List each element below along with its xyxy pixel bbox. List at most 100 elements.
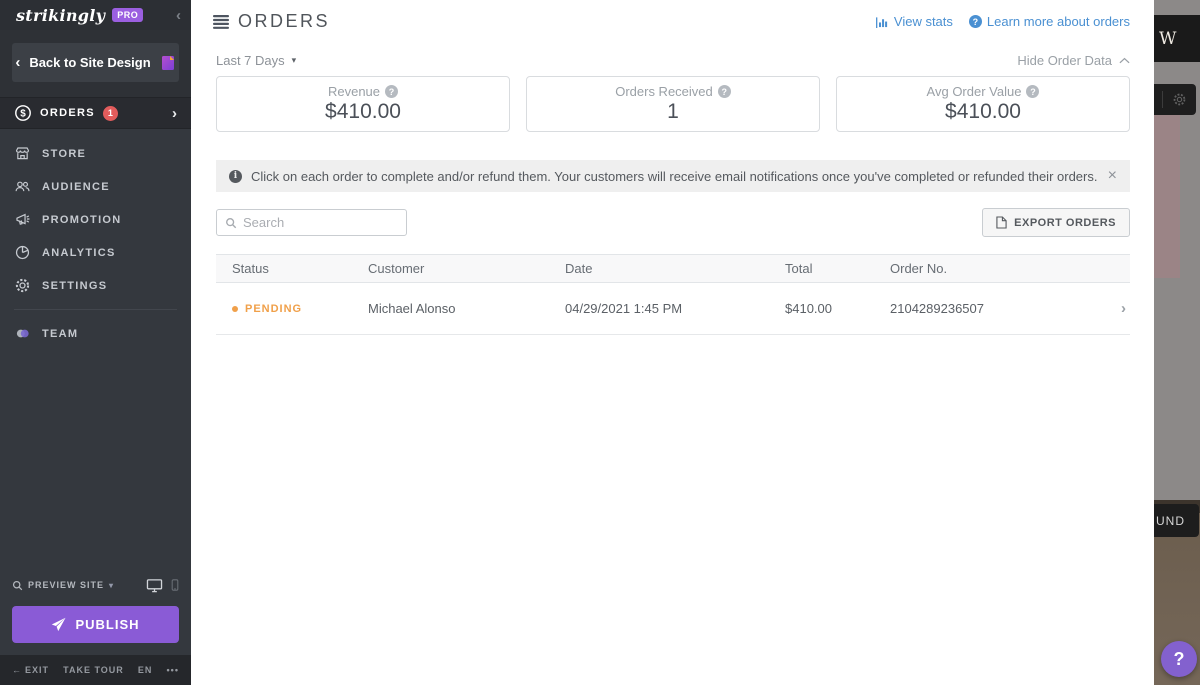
list-icon [213,15,229,29]
stats-cards: Revenue? $410.00 Orders Received? 1 Avg … [216,76,1130,132]
team-icon [14,325,31,342]
avg-order-value-value: $410.00 [945,100,1021,124]
orders-received-label: Orders Received [615,84,713,99]
sidebar-item-promotion[interactable]: PROMOTION [0,203,191,236]
search-icon [12,580,23,591]
search-icon [225,217,237,229]
column-header-customer: Customer [368,261,565,276]
publish-label: PUBLISH [75,617,139,632]
question-circle-icon: ? [969,15,982,28]
collapse-sidebar-icon[interactable]: ‹ [176,8,181,23]
sidebar: strikingly PRO ‹ ‹ Back to Site Design $… [0,0,191,685]
chevron-right-icon: › [1102,300,1130,317]
publish-button[interactable]: PUBLISH [12,606,179,643]
orders-count-badge: 1 [103,106,118,121]
sidebar-item-label: ANALYTICS [42,247,116,259]
toolbar-divider [1162,91,1163,108]
export-orders-label: EXPORT ORDERS [1014,217,1116,229]
question-circle-icon[interactable]: ? [385,85,398,98]
sidebar-item-label: AUDIENCE [42,181,110,193]
rocket-icon [51,617,66,632]
background-button-fragment[interactable]: UND [1154,504,1199,537]
gear-icon[interactable] [1172,92,1187,107]
more-options-icon[interactable]: ••• [167,665,179,675]
avg-order-value-card: Avg Order Value? $410.00 [836,76,1130,132]
sidebar-orders-label: ORDERS [40,107,95,119]
site-preview-title-fragment: W [1154,15,1200,62]
mobile-icon[interactable] [171,578,179,592]
info-icon: i [229,170,242,183]
svg-text:$: $ [20,109,26,120]
learn-more-label: Learn more about orders [987,14,1130,29]
total-cell: $410.00 [785,301,890,316]
close-icon[interactable]: × [1108,168,1117,184]
sidebar-item-orders[interactable]: $ ORDERS 1 › [0,97,191,129]
site-design-page-icon [160,55,176,71]
question-circle-icon[interactable]: ? [1026,85,1039,98]
date-cell: 04/29/2021 1:45 PM [565,301,785,316]
sidebar-item-analytics[interactable]: ANALYTICS [0,236,191,269]
preview-site-label[interactable]: PREVIEW SITE [28,580,104,590]
avg-order-value-label: Avg Order Value [927,84,1022,99]
gear-icon [14,277,31,294]
pro-badge: PRO [112,8,143,22]
search-box[interactable] [216,209,407,236]
page-header: ORDERS View stats ? Learn more about ord… [213,11,1130,32]
question-circle-icon[interactable]: ? [718,85,731,98]
info-banner-text: Click on each order to complete and/or r… [251,169,1097,184]
desktop-icon[interactable] [146,578,163,593]
revenue-card: Revenue? $410.00 [216,76,510,132]
language-selector[interactable]: EN [138,665,153,675]
sidebar-item-label: STORE [42,148,86,160]
hide-order-data-label: Hide Order Data [1017,53,1112,68]
column-header-order-no: Order No. [890,261,1102,276]
site-preview-strip: W UND ? [1154,0,1200,685]
dollar-circle-icon: $ [14,104,32,122]
back-button-wrap: ‹ Back to Site Design [0,30,191,97]
strikingly-logo: strikingly [16,6,105,25]
order-no-cell: 2104289236507 [890,301,1102,316]
menu-divider [14,309,177,310]
orders-panel: ORDERS View stats ? Learn more about ord… [191,0,1154,685]
pending-status-dot [232,306,238,312]
view-stats-label: View stats [894,14,953,29]
export-orders-button[interactable]: EXPORT ORDERS [982,208,1130,237]
device-toggle [146,578,179,593]
sidebar-item-team[interactable]: TEAM [0,317,191,350]
status-badge: PENDING [245,303,302,315]
column-header-date: Date [565,261,785,276]
caret-down-icon[interactable]: ▾ [109,581,114,590]
arrow-left-icon: ← [12,665,22,675]
pie-chart-icon [14,244,31,261]
exit-link[interactable]: ←EXIT [12,665,49,675]
view-stats-link[interactable]: View stats [876,14,953,29]
page-title: ORDERS [238,11,330,32]
orders-received-card: Orders Received? 1 [526,76,820,132]
table-header: Status Customer Date Total Order No. [216,254,1130,283]
search-input[interactable] [243,215,398,230]
orders-toolbar: EXPORT ORDERS [216,208,1130,237]
orders-table: Status Customer Date Total Order No. PEN… [216,254,1130,335]
sidebar-item-label: PROMOTION [42,214,122,226]
megaphone-icon [14,211,31,228]
back-to-site-design-button[interactable]: ‹ Back to Site Design [12,43,179,82]
revenue-label: Revenue [328,84,380,99]
chevron-right-icon: › [172,106,177,121]
people-icon [14,178,31,195]
sidebar-item-label: TEAM [42,328,78,340]
chevron-up-icon [1119,57,1130,64]
chevron-left-icon: ‹ [15,55,20,70]
help-button[interactable]: ? [1161,641,1197,677]
customer-cell: Michael Alonso [368,301,565,316]
sidebar-item-audience[interactable]: AUDIENCE [0,170,191,203]
hide-order-data-toggle[interactable]: Hide Order Data [1017,53,1130,68]
revenue-value: $410.00 [325,100,401,124]
date-range-dropdown[interactable]: Last 7 Days ▾ [216,53,296,68]
sidebar-header: strikingly PRO ‹ [0,0,191,30]
take-tour-link[interactable]: TAKE TOUR [63,665,124,675]
sidebar-item-settings[interactable]: SETTINGS [0,269,191,302]
table-row[interactable]: PENDING Michael Alonso 04/29/2021 1:45 P… [216,283,1130,335]
preview-site-row: PREVIEW SITE ▾ [0,574,191,596]
sidebar-item-store[interactable]: STORE [0,137,191,170]
learn-more-link[interactable]: ? Learn more about orders [969,14,1130,29]
